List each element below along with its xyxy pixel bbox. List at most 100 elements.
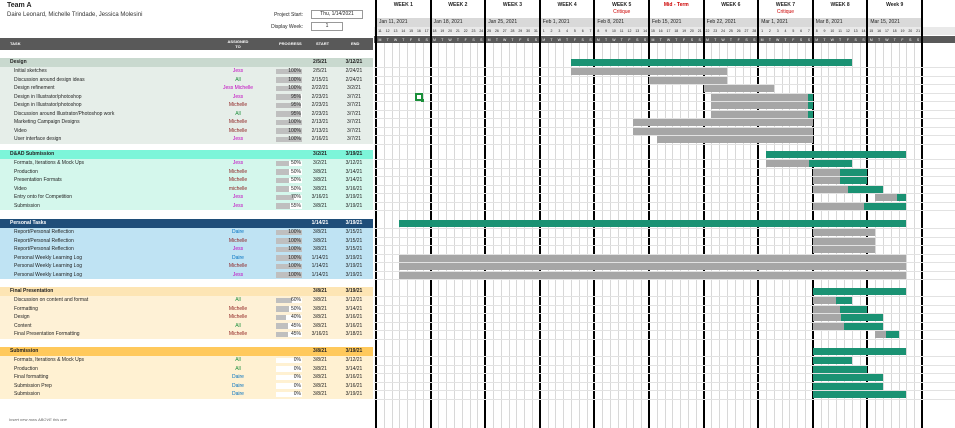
section-end: 3/19/21 — [345, 220, 363, 226]
table-row[interactable]: Formatting Michelle 50% 3/8/21 3/14/21 — [0, 304, 373, 313]
task-end: 2/24/21 — [345, 76, 363, 83]
day-number: 8 — [597, 29, 600, 33]
day-letter: W — [393, 38, 398, 42]
task-start: 3/8/21 — [313, 177, 327, 183]
task-start: 3/8/21 — [313, 365, 327, 372]
section-start: 3/8/21 — [313, 288, 327, 294]
table-row[interactable]: Personal Weekly Learning Log Daire 100% 1/1… — [0, 253, 373, 262]
table-row[interactable]: Report/Personal Reflection Michelle 100% 3/… — [0, 236, 373, 245]
task-bar-remaining — [844, 322, 883, 330]
table-row[interactable]: Marketing Campaign Designs Michelle 100% 2/… — [0, 118, 373, 127]
table-row[interactable]: Video michelle 50% 3/8/21 3/16/21 — [0, 184, 373, 193]
table-row[interactable]: Discussion around design ideas All 100% 2/1… — [0, 75, 373, 84]
task-name: Personal Weekly Learning Log — [14, 271, 83, 278]
task-start: 3/16/21 — [311, 331, 329, 337]
row-line — [374, 279, 955, 280]
project-start-input[interactable]: Thu, 1/14/2021 — [311, 10, 363, 19]
table-row[interactable]: Production All 0% 3/8/21 3/14/21 — [0, 364, 373, 373]
table-row[interactable]: User interface design Jess 100% 2/16/21 3/7/… — [0, 135, 373, 144]
assigned-to: michelle — [228, 185, 248, 192]
table-row[interactable]: Video Michelle 100% 2/13/21 3/7/21 — [0, 126, 373, 135]
table-row[interactable]: Entry onto for Competition Jess 70% 3/16/21… — [0, 193, 373, 202]
table-row[interactable]: Final formatting Daire 0% 3/8/21 3/16/21 — [0, 373, 373, 382]
task-bar-done — [399, 263, 907, 270]
task-bar-remaining — [812, 357, 852, 364]
table-row[interactable]: Submission Daire 0% 3/8/21 3/19/21 — [0, 390, 373, 399]
progress-text: 100% — [288, 229, 301, 235]
section-header-submission: Submission 3/8/21 3/19/21 — [0, 347, 373, 356]
table-row[interactable]: Design Michelle 40% 3/8/21 3/16/21 — [0, 313, 373, 322]
table-row[interactable]: Personal Weekly Learning Log Jess 100% 1/14… — [0, 270, 373, 279]
task-end: 3/16/21 — [345, 322, 363, 329]
task-name: Submission — [14, 391, 40, 397]
task-name: Submission — [14, 202, 40, 209]
display-week-input[interactable]: 1 — [311, 22, 343, 31]
task-end: 3/15/21 — [345, 237, 363, 244]
table-row[interactable]: Design in Illustrator/photoshop Jess 95% 2/… — [0, 92, 373, 101]
task-name: Production — [14, 168, 38, 175]
task-bar-done — [399, 271, 907, 279]
table-row[interactable]: Formats, Iterations & Mock Ups All 0% 3/8/2… — [0, 356, 373, 365]
task-bar-remaining — [840, 168, 868, 176]
assigned-to: Daire — [232, 382, 244, 389]
task-bar-done — [711, 110, 808, 118]
table-row[interactable]: Discussion around Illustrator/Photoshop … — [0, 109, 373, 118]
col-end: END — [351, 41, 360, 46]
row-line — [374, 355, 955, 357]
day-letter: S — [799, 38, 803, 42]
table-row[interactable]: Discussion on content and format All 60% 3/… — [0, 296, 373, 305]
task-end: 3/19/21 — [345, 263, 363, 269]
day-number: 11 — [838, 29, 842, 33]
task-end: 3/19/21 — [345, 254, 363, 261]
table-row[interactable]: Formats, Iterations & Mock Ups Jess 50% 3/2… — [0, 159, 373, 168]
task-bar-remaining — [812, 391, 907, 398]
task-name: Video — [14, 127, 27, 134]
assigned-to: Michelle — [228, 305, 248, 312]
table-row[interactable]: Presentation Formats Michelle 50% 3/8/21 3/1… — [0, 176, 373, 185]
day-number: 11 — [378, 29, 382, 33]
task-start: 3/8/21 — [313, 229, 327, 235]
section-end: 3/19/21 — [345, 151, 363, 157]
day-number: 2 — [768, 29, 771, 33]
fill-handle[interactable] — [421, 99, 424, 102]
week-date: Jan 11, 2021 — [376, 18, 431, 27]
task-name: Design in Illustrator/photoshop — [14, 93, 82, 100]
day-letter: S — [854, 38, 857, 42]
task-start: 3/8/21 — [313, 357, 327, 363]
table-row[interactable]: Submission Jess 55% 3/8/21 3/19/21 — [0, 201, 373, 210]
task-end: 3/14/21 — [345, 168, 363, 175]
table-row[interactable]: Report/Personal Reflection Jess 100% 3/8/21… — [0, 245, 373, 254]
table-row[interactable]: Personal Weekly Learning Log Michelle 100%… — [0, 262, 373, 271]
row-line — [374, 143, 955, 145]
table-row[interactable]: Design refinement Jess Michelle 100% 2/22/2… — [0, 84, 373, 93]
day-number: 28 — [510, 29, 515, 33]
table-row[interactable]: Content All 45% 3/8/21 3/16/21 — [0, 321, 373, 330]
table-row[interactable]: Final Presentation Formatting Michelle 45%… — [0, 330, 373, 339]
day-letter: F — [410, 38, 413, 42]
row-line — [374, 109, 955, 111]
day-number: 12 — [845, 29, 850, 33]
footer-note: Insert new rows ABOVE this one — [9, 417, 67, 422]
task-name: Submission Prep — [14, 382, 52, 389]
assigned-to: Michelle — [228, 102, 248, 108]
table-row[interactable]: Submission Prep Daire 0% 3/8/21 3/16/21 — [0, 381, 373, 390]
task-end: 3/7/21 — [347, 127, 361, 134]
table-row[interactable]: Report/Personal Reflection Daire 100% 3/8/2… — [0, 228, 373, 237]
table-row[interactable]: Design in Illustrator/photoshop Michelle 9… — [0, 101, 373, 110]
task-name: Report/Personal Reflection — [14, 246, 74, 252]
table-row[interactable]: Initial sketches Jess 100% 2/5/21 2/24/21 — [0, 67, 373, 76]
task-start: 3/8/21 — [313, 305, 327, 312]
day-letter: T — [878, 38, 881, 42]
task-name: Content — [14, 322, 32, 329]
cell-selection-cursor[interactable] — [415, 93, 424, 102]
day-letter: F — [628, 38, 631, 42]
day-number: 15 — [650, 29, 655, 33]
assigned-to: Michelle — [228, 168, 248, 175]
day-number: 1 — [761, 29, 764, 33]
task-end: 3/19/21 — [345, 194, 363, 200]
table-row[interactable]: Production Michelle 50% 3/8/21 3/14/21 — [0, 167, 373, 176]
day-letter: M — [542, 38, 546, 42]
progress-text: 50% — [290, 177, 301, 183]
progress-text: 95% — [290, 110, 301, 117]
task-name: Personal Weekly Learning Log — [14, 254, 83, 261]
